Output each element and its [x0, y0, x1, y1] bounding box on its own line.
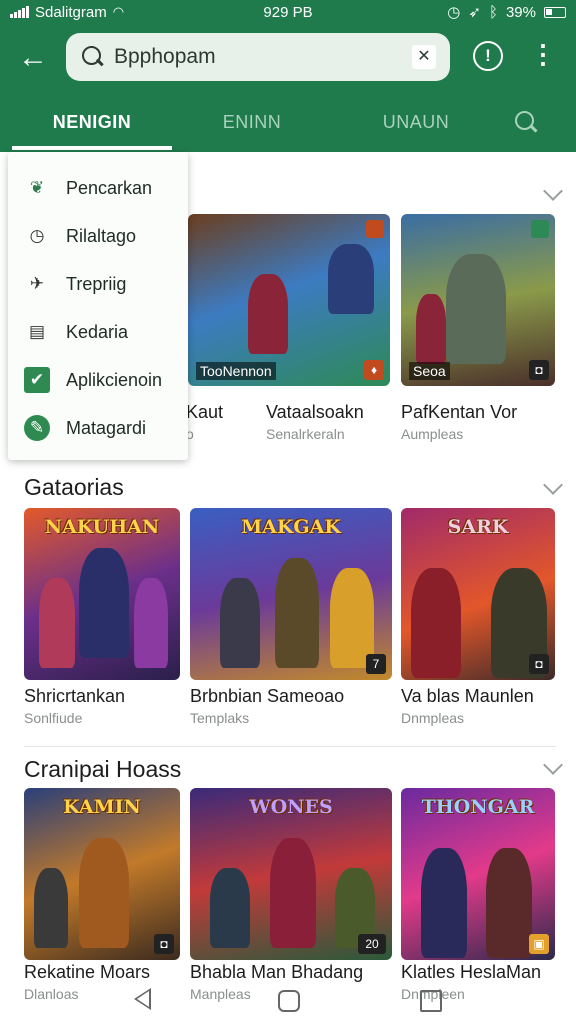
section-title: Cranipai Hoass: [24, 756, 182, 782]
tile-sub: Aumpleas: [401, 426, 464, 442]
game-tile[interactable]: SARK ◘: [401, 508, 555, 680]
tile-art-title: WONES: [249, 796, 333, 818]
menu-item-label: Aplikcienoin: [66, 369, 163, 390]
tile-name: PafKentan Vor: [401, 402, 518, 422]
tile-name: Va blas Maunlen: [401, 686, 534, 706]
tab-indicator: [12, 146, 172, 150]
nav-recent-icon[interactable]: [420, 990, 442, 1012]
tile-badge-icon: ◘: [529, 360, 549, 380]
menu-item-matagardi[interactable]: ✎ Matagardi: [8, 404, 188, 452]
menu-item-label: Kedaria: [66, 321, 129, 342]
menu-item-aplikcienoin[interactable]: ✔ Aplikcienoin: [8, 356, 188, 404]
tile-name: Brbnbian Sameoao: [190, 686, 345, 706]
tile-sub: Templaks: [190, 710, 250, 726]
tab-eninn[interactable]: ENINN: [172, 94, 332, 152]
wifi-icon: ◠: [112, 4, 125, 19]
tile-sub: Senalrkeraln: [266, 426, 345, 442]
tile-badge-icon: 7: [366, 654, 386, 674]
section-title: Gataorias: [24, 474, 124, 500]
tile-caption: Seoa: [409, 362, 450, 380]
menu-item-label: Pencarkan: [66, 177, 153, 198]
tile-art-title: THONGAR: [421, 796, 535, 818]
search-input[interactable]: [114, 45, 384, 69]
location-icon: ➶: [468, 4, 481, 21]
tile-art-title: MAKGAK: [241, 516, 341, 538]
game-tile[interactable]: NAKUHAN: [24, 508, 180, 680]
menu-item-kedaria[interactable]: ▤ Kedaria: [8, 308, 188, 356]
menu-item-trepriig[interactable]: ✈ Trepriig: [8, 260, 188, 308]
battery-percent: 39%: [505, 3, 536, 21]
badge-icon: [366, 220, 384, 238]
arrow-left-icon: ←: [18, 41, 48, 74]
document-icon: ▤: [28, 322, 46, 341]
alarm-icon: ◷: [447, 4, 461, 21]
tile-name: Shricrtankan: [24, 686, 126, 706]
clear-icon[interactable]: ✕: [412, 45, 436, 69]
tile-badge-icon: ◘: [154, 934, 174, 954]
tile-badge-icon: 20: [358, 934, 386, 954]
game-tile[interactable]: Seoa ◘: [401, 214, 555, 386]
divider: [24, 746, 556, 747]
leaf-icon: ❦: [29, 178, 45, 197]
game-tile[interactable]: TooNennon ♦: [188, 214, 390, 386]
tile-badge-icon: ▣: [529, 934, 549, 954]
menu-item-label: Rilaltago: [66, 225, 137, 246]
app-bar: ← ✕ ! ⋮: [0, 24, 576, 94]
tile-sub: Dnmpleas: [401, 710, 465, 726]
search-bar[interactable]: ✕: [66, 33, 450, 81]
tab-nenigin[interactable]: NENIGIN: [12, 94, 172, 152]
airplane-icon: ✈: [29, 274, 45, 293]
clock-icon: ◷: [29, 226, 45, 245]
tools-icon: ✎: [24, 415, 50, 441]
alert-icon: !: [485, 46, 491, 65]
tile-art-title: KAMIN: [63, 796, 141, 818]
menu-item-label: Trepriig: [66, 273, 127, 294]
chevron-down-icon[interactable]: [543, 755, 563, 775]
bluetooth-icon: ᛒ: [488, 3, 498, 21]
tile-name: Kaut: [186, 402, 224, 422]
nav-back-icon[interactable]: [134, 988, 151, 1010]
menu-item-label: Matagardi: [66, 417, 147, 438]
more-vert-icon: ⋮: [530, 39, 556, 69]
tile-caption: TooNennon: [196, 362, 276, 380]
dropdown-menu: ❦ Pencarkan ◷ Rilaltago ✈ Trepriig ▤ Ked…: [8, 152, 188, 460]
chevron-down-icon[interactable]: [543, 181, 563, 201]
tile-badge-icon: ♦: [364, 360, 384, 380]
game-tile[interactable]: THONGAR ▣: [401, 788, 555, 960]
alert-button[interactable]: !: [473, 41, 503, 71]
tile-badge-icon: ◘: [529, 654, 549, 674]
search-icon: [80, 44, 106, 70]
more-options-button[interactable]: ⋮: [528, 38, 558, 74]
carrier-label: Sdalitgram: [35, 3, 107, 21]
tile-art-title: NAKUHAN: [44, 516, 160, 538]
status-bar: Sdalitgram ◠ 929 PB ◷ ➶ ᛒ 39%: [0, 0, 576, 24]
game-tile[interactable]: WONES 20: [190, 788, 392, 960]
signal-icon: [10, 6, 29, 18]
battery-icon: [544, 6, 566, 18]
menu-item-pencarkan[interactable]: ❦ Pencarkan: [8, 164, 188, 212]
nav-home-icon[interactable]: [278, 990, 300, 1012]
system-nav-bar: [0, 978, 576, 1024]
tile-art-title: SARK: [447, 516, 509, 538]
tab-search-icon[interactable]: [512, 108, 542, 138]
tile-name: Vataalsoakn: [266, 402, 364, 422]
badge-icon: [531, 220, 549, 238]
tab-bar: NENIGIN ENINN UNAUN: [0, 94, 576, 152]
menu-item-rilaltago[interactable]: ◷ Rilaltago: [8, 212, 188, 260]
game-tile[interactable]: MAKGAK 7: [190, 508, 392, 680]
tile-sub: Sonlfiude: [24, 710, 83, 726]
back-button[interactable]: ←: [18, 40, 58, 76]
game-tile[interactable]: KAMIN ◘: [24, 788, 180, 960]
chevron-down-icon[interactable]: [543, 475, 563, 495]
checkbox-icon: ✔: [24, 367, 50, 393]
tab-unaun[interactable]: UNAUN: [332, 94, 500, 152]
